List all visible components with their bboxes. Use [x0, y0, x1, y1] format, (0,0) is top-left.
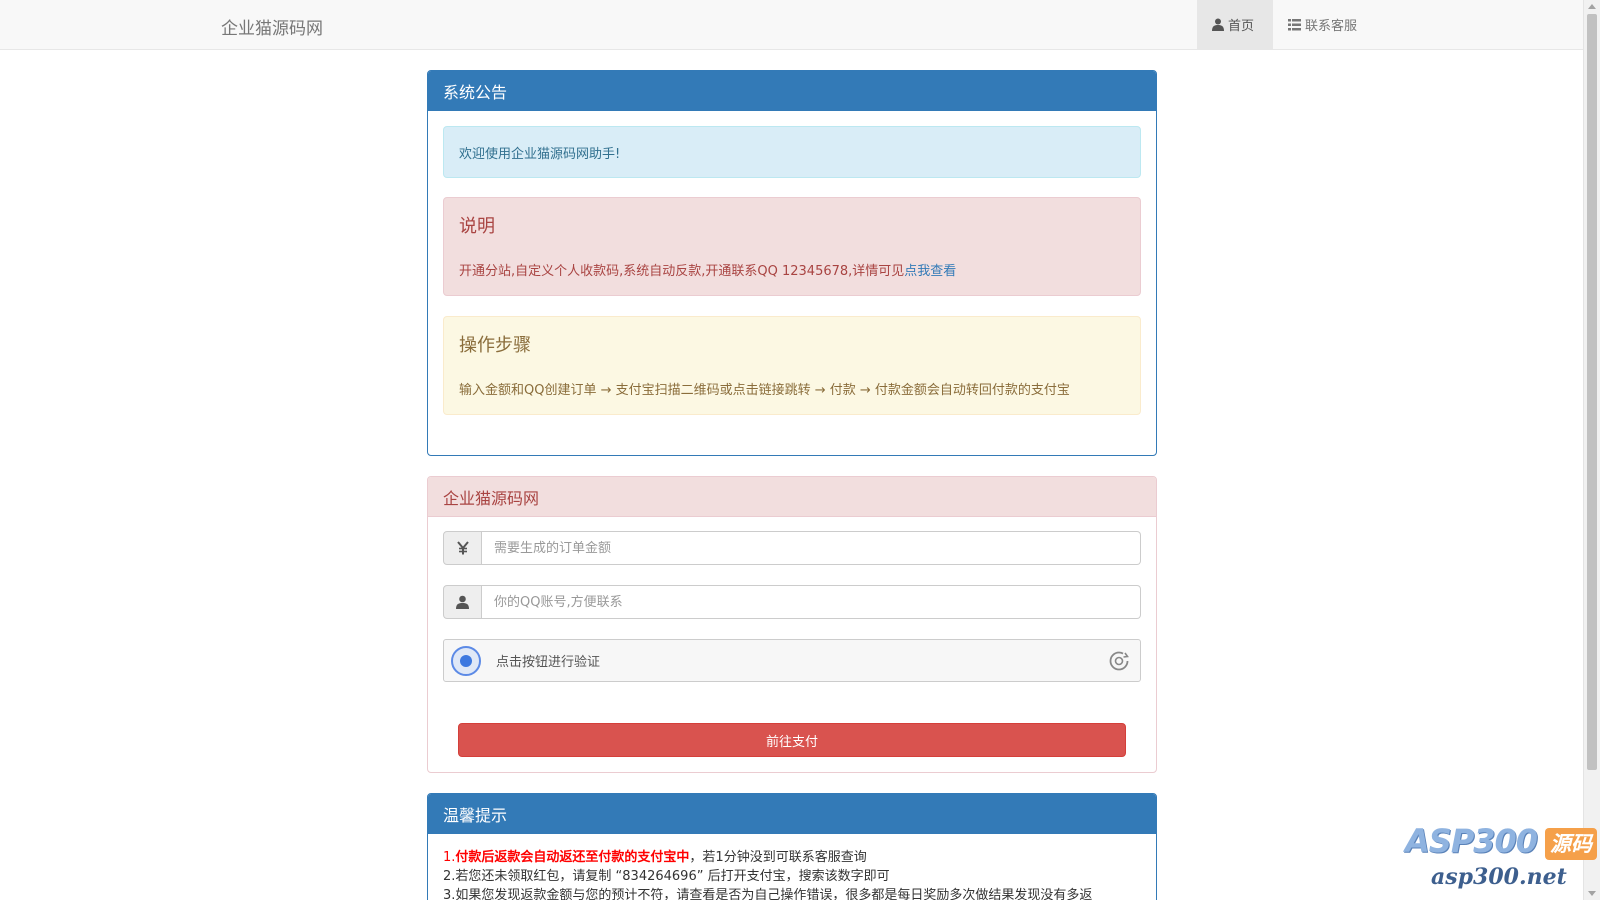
nav-contact-label: 联系客服 [1305, 19, 1358, 34]
tips-panel-title: 温馨提示 [428, 794, 1156, 834]
qq-input-group [443, 585, 1141, 619]
tips-panel: 温馨提示 1.付款后返款会自动返还至付款的支付宝中，若1分钟没到可联系客服查询 … [427, 793, 1157, 900]
captcha-dot [460, 654, 472, 667]
notice-panel-title: 系统公告 [428, 71, 1156, 111]
watermark-logo: ASP300 [1405, 822, 1538, 860]
captcha-label: 点击按钮进行验证 [496, 655, 601, 670]
tip-line-1-rest: ，若1分钟没到可联系客服查询 [689, 850, 867, 865]
form-panel-title: 企业猫源码网 [428, 477, 1156, 517]
welcome-text: 欢迎使用企业猫源码网助手! [459, 146, 621, 162]
site-brand[interactable]: 企业猫源码网 [221, 14, 323, 39]
tip-line-3: 3.如果您发现返款金额与您的预计不符，请查看是否为自己操作错误，很多都是每日奖励… [443, 888, 1093, 900]
captcha-widget[interactable]: 点击按钮进行验证 [443, 639, 1141, 682]
top-navbar: 企业猫源码网 首页 联系客服 [0, 0, 1583, 50]
user-icon [443, 585, 482, 619]
scroll-thumb[interactable] [1587, 14, 1597, 770]
tip-line-2: 2.若您还未领取红包，请复制 “834264696” 后打开支付宝，搜索该数字即… [443, 869, 890, 884]
user-icon [1212, 18, 1224, 31]
amount-input-group [443, 531, 1141, 565]
refresh-icon[interactable] [1108, 650, 1130, 676]
nav-item-home[interactable]: 首页 [1197, 0, 1273, 49]
vertical-scrollbar[interactable] [1583, 0, 1600, 900]
tips-body: 1.付款后返款会自动返还至付款的支付宝中，若1分钟没到可联系客服查询 2.若您还… [428, 834, 1156, 900]
watermark-url: asp300.net [1431, 864, 1567, 890]
list-icon [1288, 18, 1301, 31]
notice-panel: 系统公告 欢迎使用企业猫源码网助手! 说明 开通分站,自定义个人收款码,系统自动… [427, 70, 1157, 456]
scroll-up-icon[interactable] [1588, 4, 1596, 9]
captcha-button-icon[interactable] [451, 645, 481, 676]
steps-text: 输入金额和QQ创建订单 → 支付宝扫描二维码或点击链接跳转 → 付款 → 付款金… [459, 383, 1070, 398]
yen-icon [443, 531, 482, 565]
site-watermark: ASP300 源码 asp300.net [1405, 822, 1600, 900]
steps-alert: 操作步骤 输入金额和QQ创建订单 → 支付宝扫描二维码或点击链接跳转 → 付款 … [443, 316, 1141, 415]
steps-heading: 操作步骤 [459, 335, 531, 356]
nav-home-label: 首页 [1228, 19, 1255, 34]
welcome-alert: 欢迎使用企业猫源码网助手! [443, 126, 1141, 178]
qq-input[interactable] [482, 585, 1141, 619]
order-form-panel: 企业猫源码网 点击按钮进行验证 前往支付 [427, 476, 1157, 773]
pay-button[interactable]: 前往支付 [458, 723, 1126, 757]
tip-line-1: 1.付款后返款会自动返还至付款的支付宝中，若1分钟没到可联系客服查询 [443, 848, 1141, 867]
explain-alert: 说明 开通分站,自定义个人收款码,系统自动反款,开通联系QQ 12345678,… [443, 197, 1141, 296]
explain-text: 开通分站,自定义个人收款码,系统自动反款,开通联系QQ 12345678,详情可… [459, 260, 1125, 279]
explain-body: 开通分站,自定义个人收款码,系统自动反款,开通联系QQ 12345678,详情可… [459, 264, 905, 279]
nav-item-contact[interactable]: 联系客服 [1273, 0, 1372, 49]
tip-line-1-bold: 付款后返款会自动返还至付款的支付宝中 [455, 850, 690, 865]
explain-heading: 说明 [459, 216, 495, 237]
amount-input[interactable] [482, 531, 1141, 565]
explain-link[interactable]: 点我查看 [904, 264, 956, 279]
tip-line-1-prefix: 1. [443, 850, 456, 865]
watermark-badge: 源码 [1545, 828, 1597, 860]
